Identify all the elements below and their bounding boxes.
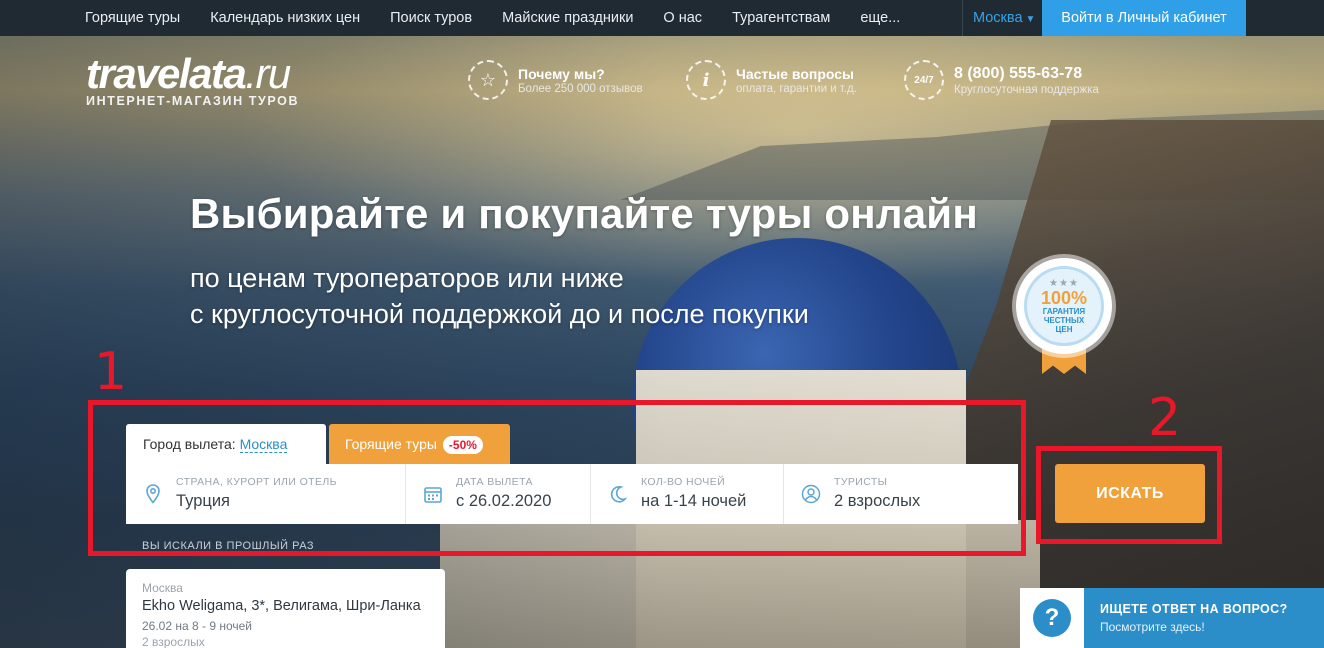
price-guarantee-badge: ★★★ 100% ГАРАНТИЯ ЧЕСТНЫХ ЦЕН bbox=[1016, 258, 1112, 374]
annotation-box-1 bbox=[88, 400, 1026, 556]
annotation-number-2: 2 bbox=[1148, 388, 1182, 448]
nav-item-more[interactable]: еще... bbox=[845, 0, 915, 36]
recent-people: 2 взрослых bbox=[142, 635, 205, 648]
city-selector[interactable]: Москва ▼ bbox=[962, 0, 1045, 36]
nav-items: Горящие туры Календарь низких цен Поиск … bbox=[70, 0, 915, 36]
recent-search-label: ВЫ ИСКАЛИ В ПРОШЛЫЙ РАЗ bbox=[142, 540, 315, 552]
feature-support-sub: Круглосуточная поддержка bbox=[954, 83, 1099, 96]
recent-departure-city: Москва bbox=[142, 581, 183, 595]
top-navigation: Горящие туры Календарь низких цен Поиск … bbox=[0, 0, 1324, 36]
feature-faq-title: Частые вопросы bbox=[736, 65, 854, 82]
feature-faq[interactable]: i Частые вопросы оплата, гарантии и т.д. bbox=[686, 60, 857, 100]
feature-why-us-sub: Более 250 000 отзывов bbox=[518, 82, 643, 95]
nav-item-low-price-calendar[interactable]: Календарь низких цен bbox=[195, 0, 375, 36]
help-text: ИЩЕТЕ ОТВЕТ НА ВОПРОС? Посмотрите здесь! bbox=[1084, 588, 1324, 648]
feature-why-us[interactable]: ☆ Почему мы? Более 250 000 отзывов bbox=[468, 60, 643, 100]
logo-name: travelata bbox=[86, 50, 247, 97]
nav-item-hot-tours[interactable]: Горящие туры bbox=[70, 0, 195, 36]
recent-hotel: Ekho Weligama, 3*, Велигама, Шри-Ланка bbox=[142, 598, 421, 614]
nav-item-about[interactable]: О нас bbox=[648, 0, 717, 36]
badge-percent: 100% bbox=[1040, 288, 1088, 308]
badge-seal: ★★★ 100% ГАРАНТИЯ ЧЕСТНЫХ ЦЕН bbox=[1016, 258, 1112, 354]
nav-item-agencies[interactable]: Турагентствам bbox=[717, 0, 845, 36]
badge-line-3: ЦЕН bbox=[1055, 325, 1073, 334]
help-subtitle: Посмотрите здесь! bbox=[1100, 620, 1205, 634]
site-logo[interactable]: travelata.ru ИНТЕРНЕТ-МАГАЗИН ТУРОВ bbox=[86, 50, 300, 109]
nav-item-tour-search[interactable]: Поиск туров bbox=[375, 0, 487, 36]
recent-dates: 26.02 на 8 - 9 ночей bbox=[142, 619, 253, 633]
star-icon: ☆ bbox=[468, 60, 508, 100]
help-widget[interactable]: ? ИЩЕТЕ ОТВЕТ НА ВОПРОС? Посмотрите здес… bbox=[1020, 588, 1324, 648]
hero-subtitle: по ценам туроператоров или ниже с кругло… bbox=[190, 260, 809, 332]
recent-search-card[interactable]: Москва Ekho Weligama, 3*, Велигама, Шри-… bbox=[126, 569, 445, 648]
hero-subtitle-line-1: по ценам туроператоров или ниже bbox=[190, 263, 624, 293]
feature-faq-sub: оплата, гарантии и т.д. bbox=[736, 82, 857, 95]
logo-tld: .ru bbox=[245, 50, 291, 97]
support-phone[interactable]: 8 (800) 555-63-78 bbox=[954, 65, 1099, 83]
help-icon-box: ? bbox=[1020, 588, 1084, 648]
info-icon: i bbox=[686, 60, 726, 100]
city-selector-label: Москва bbox=[973, 10, 1023, 26]
logo-tagline: ИНТЕРНЕТ-МАГАЗИН ТУРОВ bbox=[86, 94, 300, 108]
feature-support[interactable]: 24/7 8 (800) 555-63-78 Круглосуточная по… bbox=[904, 60, 1099, 100]
hero-subtitle-line-2: с круглосуточной поддержкой до и после п… bbox=[190, 299, 809, 329]
question-icon: ? bbox=[1033, 599, 1071, 637]
feature-why-us-title: Почему мы? bbox=[518, 65, 605, 82]
chevron-down-icon: ▼ bbox=[1025, 14, 1036, 25]
annotation-box-2 bbox=[1036, 446, 1222, 544]
nav-item-may-holidays[interactable]: Майские праздники bbox=[487, 0, 648, 36]
help-title: ИЩЕТЕ ОТВЕТ НА ВОПРОС? bbox=[1100, 602, 1288, 616]
support-24-7-icon: 24/7 bbox=[904, 60, 944, 100]
badge-line-1: ГАРАНТИЯ bbox=[1042, 307, 1086, 316]
login-button[interactable]: Войти в Личный кабинет bbox=[1042, 0, 1246, 36]
badge-line-2: ЧЕСТНЫХ bbox=[1043, 316, 1085, 325]
annotation-number-1: 1 bbox=[94, 342, 128, 402]
badge-inner: ★★★ 100% ГАРАНТИЯ ЧЕСТНЫХ ЦЕН bbox=[1024, 266, 1104, 346]
hero-title: Выбирайте и покупайте туры онлайн bbox=[190, 190, 978, 237]
